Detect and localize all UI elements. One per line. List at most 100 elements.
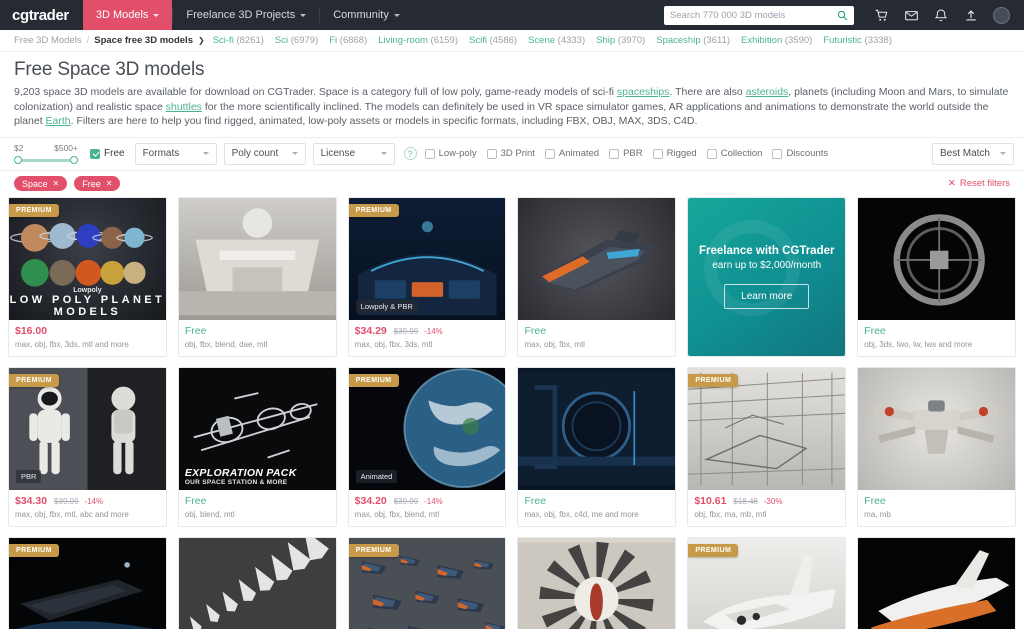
help-icon[interactable]: ? (403, 147, 417, 161)
slider-handle-max[interactable] (70, 156, 78, 165)
model-card[interactable]: Free ma, mb (857, 366, 1016, 527)
related-tag-label[interactable]: Sci-fi (213, 35, 234, 46)
model-card[interactable]: PREMIUM (687, 536, 847, 629)
model-card[interactable] (517, 536, 677, 629)
model-thumbnail[interactable] (858, 197, 1015, 320)
poly-count-dropdown[interactable]: Poly count (223, 142, 306, 165)
related-tag[interactable]: Sci-fi (8261) (213, 35, 264, 46)
price-slider[interactable] (14, 155, 78, 165)
model-card[interactable]: Free obj, 3ds, lwo, lw, lws and more (857, 196, 1016, 357)
related-tag-label[interactable]: Exhibition (741, 35, 782, 46)
site-logo[interactable]: cgtrader (0, 0, 83, 30)
model-card[interactable]: PREMIUM PBR $34.30 $39.99 -14% max, obj,… (8, 366, 167, 527)
slider-handle-min[interactable] (14, 156, 22, 165)
related-tag-label[interactable]: Sci (275, 35, 288, 46)
checkbox-icon[interactable] (706, 148, 717, 159)
chevron-down-icon (291, 152, 298, 156)
checkbox-icon[interactable] (90, 148, 100, 159)
model-thumbnail[interactable] (178, 197, 336, 320)
model-card[interactable]: EXPLORATION PACK OUR SPACE STATION & MOR… (177, 366, 337, 527)
checkbox-icon[interactable] (652, 148, 663, 159)
filter-checkbox-pbr[interactable]: PBR (609, 148, 643, 159)
active-filter-pill-space[interactable]: Space ✕ (14, 176, 68, 192)
breadcrumb-root[interactable]: Free 3D Models (14, 35, 82, 46)
filter-checkbox-discounts[interactable]: Discounts (772, 148, 828, 159)
related-tag-label[interactable]: Ship (596, 35, 615, 46)
related-tag-label[interactable]: Spaceship (656, 35, 700, 46)
related-tag[interactable]: Spaceship (3611) (656, 35, 730, 46)
cart-icon[interactable] (866, 9, 896, 22)
model-card[interactable]: PREMIUM Lowpoly LOW POLY PLANET MODELS $… (8, 196, 167, 357)
model-thumbnail[interactable] (518, 537, 676, 629)
promo-card[interactable]: Freelance with CGTrader earn up to $2,00… (687, 196, 847, 357)
nav-item-community[interactable]: Community (320, 0, 413, 30)
model-thumbnail[interactable] (858, 537, 1015, 629)
price-range-filter[interactable]: $2 $500+ (10, 143, 78, 165)
model-card[interactable]: PREMIUM $10.61 $18.48 -30% obj, fbx, ma,… (687, 366, 847, 527)
reset-filters-button[interactable]: ✕ Reset filters (948, 178, 1010, 189)
search-input[interactable] (670, 9, 837, 21)
related-tag[interactable]: Fi (6868) (329, 35, 367, 46)
formats-dropdown[interactable]: Formats (134, 142, 217, 165)
free-filter-checkbox[interactable]: Free (90, 148, 125, 159)
checkbox-icon[interactable] (544, 148, 555, 159)
close-icon[interactable]: ✕ (53, 179, 60, 188)
filter-checkbox-animated[interactable]: Animated (544, 148, 600, 160)
nav-item-freelance[interactable]: Freelance 3D Projects (173, 0, 319, 30)
related-tag[interactable]: Scifi (4586) (469, 35, 517, 46)
model-thumbnail[interactable] (858, 367, 1015, 490)
filter-checkbox-rigged[interactable]: Rigged (652, 148, 697, 159)
filter-checkbox-collection[interactable]: Collection (706, 148, 762, 159)
model-card[interactable]: Free max, obj, fbx, mtl (517, 196, 677, 357)
related-tag-label[interactable]: Scifi (469, 35, 487, 46)
model-card[interactable] (177, 536, 337, 629)
bell-icon[interactable] (926, 8, 956, 22)
nav-item-3d-models[interactable]: 3D Models (82, 0, 173, 30)
related-tag[interactable]: Sci (6979) (275, 35, 318, 46)
envelope-icon[interactable] (896, 9, 926, 22)
model-thumbnail[interactable]: EXPLORATION PACK OUR SPACE STATION & MOR… (178, 367, 336, 490)
checkbox-icon[interactable] (486, 148, 497, 159)
related-tag[interactable]: Living-room (6159) (378, 35, 458, 46)
original-price: $18.48 (733, 496, 758, 506)
filter-checkbox-3d-print[interactable]: 3D Print (486, 148, 535, 159)
model-card[interactable]: PREMIUM Animated $34.20 $39.99 -14% max,… (347, 366, 507, 527)
related-tag[interactable]: Exhibition (3590) (741, 35, 812, 46)
related-tag-label[interactable]: Fi (329, 35, 337, 46)
close-icon[interactable]: ✕ (106, 179, 113, 188)
model-card[interactable]: Free max, obj, fbx, c4d, me and more (517, 366, 677, 527)
description-link[interactable]: shuttles (166, 101, 202, 113)
model-card[interactable] (857, 536, 1016, 629)
model-thumbnail[interactable] (518, 367, 676, 490)
model-thumbnail[interactable] (518, 197, 676, 320)
license-dropdown[interactable]: License (312, 142, 395, 165)
model-thumbnail[interactable] (178, 537, 336, 629)
checkbox-icon[interactable] (609, 148, 620, 159)
description-link[interactable]: spaceships (617, 86, 670, 98)
model-card[interactable]: PREMIUM (347, 536, 507, 629)
related-tag-label[interactable]: Futuristic (823, 35, 862, 46)
related-tag-label[interactable]: Living-room (378, 35, 428, 46)
related-tag[interactable]: Futuristic (3338) (823, 35, 892, 46)
premium-badge: PREMIUM (348, 373, 399, 387)
active-filter-pill-free[interactable]: Free ✕ (74, 176, 121, 192)
upload-icon[interactable] (956, 9, 986, 22)
sort-dropdown[interactable]: Best Match (931, 142, 1014, 165)
model-card[interactable]: Free obj, fbx, blend, dae, mtl (177, 196, 337, 357)
filter-checkbox-low-poly[interactable]: Low-poly (424, 148, 477, 159)
filter-checkbox-label: Animated (558, 148, 600, 160)
related-tag[interactable]: Scene (4333) (528, 35, 585, 46)
related-tag-label[interactable]: Scene (528, 35, 555, 46)
related-tag[interactable]: Ship (3970) (596, 35, 645, 46)
checkbox-icon[interactable] (424, 148, 435, 159)
search-icon[interactable] (837, 10, 848, 21)
search-box[interactable] (664, 5, 854, 25)
model-card[interactable]: PREMIUM (8, 536, 167, 629)
description-link[interactable]: asteroids (746, 86, 789, 98)
promo-banner[interactable]: Freelance with CGTrader earn up to $2,00… (688, 197, 846, 356)
avatar[interactable] (986, 6, 1016, 24)
description-link[interactable]: Earth (46, 115, 71, 127)
model-card[interactable]: PREMIUM Lowpoly & PBR $34.29 $39.99 -14%… (347, 196, 507, 357)
thumbnail-overlay-tag: Animated (355, 469, 398, 483)
checkbox-icon[interactable] (772, 148, 783, 159)
